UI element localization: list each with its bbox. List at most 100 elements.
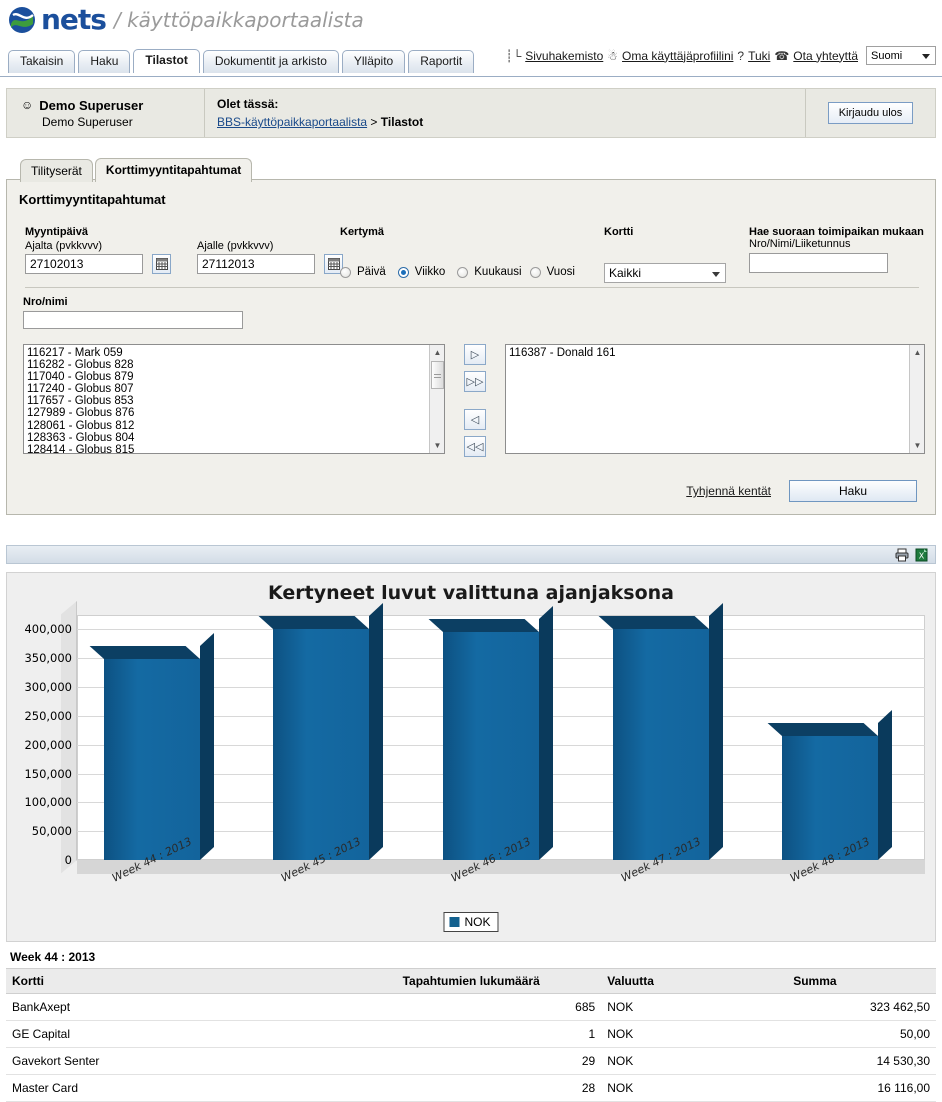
nav-tab-takaisin[interactable]: Takaisin [8, 50, 76, 73]
chart-bar[interactable] [258, 603, 384, 860]
scroll-up-icon[interactable]: ▲ [910, 345, 924, 360]
list-item[interactable]: 128414 - Globus 815 [27, 444, 444, 453]
chart-bar-top [89, 646, 200, 660]
chart-legend: NOK [443, 912, 499, 932]
cell-sum: 14 530,30 [787, 1047, 936, 1075]
chart-bar-side [199, 633, 214, 860]
brand-tagline: / käyttöpaikkaportaalista [113, 8, 364, 32]
nav-tab-raportit[interactable]: Raportit [408, 50, 475, 73]
nav-tab-yllapito[interactable]: Ylläpito [341, 50, 406, 73]
list-item[interactable]: 117657 - Globus 853 [27, 395, 444, 407]
list-item[interactable]: 128061 - Globus 812 [27, 420, 444, 432]
nroname-input[interactable] [23, 311, 243, 329]
chart-title: Kertyneet luvut valittuna ajanjaksona [267, 582, 674, 604]
nav-tab-haku[interactable]: Haku [78, 50, 131, 73]
language-value: Suomi [871, 49, 903, 62]
breadcrumb-separator: > [370, 115, 378, 129]
move-all-left-button[interactable]: ◁◁ [464, 436, 486, 457]
y-tick-label: 400,000 [24, 622, 72, 637]
move-left-button[interactable]: ◁ [464, 409, 486, 430]
breadcrumb-link-root[interactable]: BBS-käyttöpaikkaportaalista [217, 115, 367, 129]
logout-block: Kirjaudu ulos [805, 89, 935, 137]
logout-button[interactable]: Kirjaudu ulos [827, 102, 914, 124]
card-select-value: Kaikki [609, 266, 642, 280]
print-icon[interactable] [895, 548, 909, 562]
link-sitemap[interactable]: Sivuhakemisto [525, 49, 603, 63]
y-tick-label: 100,000 [24, 795, 72, 810]
y-tick-label: 0 [64, 853, 72, 867]
panel-actions: Tyhjennä kentät Haku [686, 480, 917, 502]
clear-fields-link[interactable]: Tyhjennä kentät [686, 484, 771, 498]
chart-bar[interactable] [598, 603, 723, 860]
scroll-down-icon[interactable]: ▼ [910, 438, 924, 453]
tab-tilityserat[interactable]: Tilityserät [20, 159, 93, 182]
cell-currency: NOK [601, 1020, 788, 1048]
direct-search-input[interactable] [749, 253, 888, 273]
list-item[interactable]: 117240 - Globus 807 [27, 383, 444, 395]
list-item[interactable]: 128363 - Globus 804 [27, 432, 444, 444]
list-item[interactable]: 116217 - Mark 059 [27, 347, 444, 359]
to-date-input[interactable] [197, 254, 315, 274]
radio-kuukausi[interactable] [457, 266, 469, 278]
link-profile[interactable]: Oma käyttäjäprofiilini [622, 49, 733, 63]
cell-count: 1 [396, 1020, 602, 1048]
cell-currency: NOK [601, 1074, 788, 1102]
transfer-buttons-top: ▷ ▷▷ [464, 344, 486, 392]
language-select[interactable]: Suomi [866, 46, 936, 65]
cell-kortti: Gavekort Senter [6, 1047, 397, 1075]
link-contact[interactable]: Ota yhteyttä [793, 49, 858, 63]
chart-bar-top [258, 616, 370, 630]
available-merchants-list[interactable]: 116217 - Mark 059 116282 - Globus 828 1170… [23, 344, 445, 454]
accrual-group: Kertymä Päivä Viikko Kuukausi Vuosi [340, 226, 575, 278]
y-tick-label: 350,000 [24, 651, 72, 666]
excel-export-icon[interactable]: X [915, 548, 929, 562]
nav-tab-dokumentit[interactable]: Dokumentit ja arkisto [202, 50, 339, 73]
scroll-thumb[interactable] [431, 361, 444, 389]
list-item[interactable]: 127989 - Globus 876 [27, 407, 444, 419]
col-sum[interactable]: Summa [787, 968, 936, 994]
scroll-down-icon[interactable]: ▼ [430, 438, 444, 453]
from-date-input[interactable] [25, 254, 143, 274]
y-tick-label: 250,000 [24, 708, 72, 723]
move-all-right-button[interactable]: ▷▷ [464, 371, 486, 392]
link-support[interactable]: Tuki [748, 49, 770, 63]
from-date-calendar-icon[interactable] [152, 254, 171, 274]
table-row: BankAxept 685 NOK 323 462,50 [6, 993, 936, 1021]
card-select[interactable]: Kaikki [604, 263, 726, 283]
nets-globe-icon [8, 6, 36, 34]
selected-list-scrollbar[interactable]: ▲ ▼ [909, 345, 924, 453]
col-count[interactable]: Tapahtumien lukumäärä [396, 968, 602, 994]
brand-name: nets [41, 3, 107, 36]
tab-korttimyyntitapahtumat[interactable]: Korttimyyntitapahtumat [94, 158, 253, 182]
move-right-button[interactable]: ▷ [464, 344, 486, 365]
sale-day-label: Myyntipäivä [25, 226, 88, 238]
selected-merchants-list[interactable]: 116387 - Donald 161 ▲ ▼ [505, 344, 925, 454]
question-mark-icon: ? [737, 48, 745, 63]
radio-vuosi[interactable] [529, 266, 541, 278]
col-kortti[interactable]: Kortti [6, 968, 397, 994]
chevron-down-icon [922, 54, 930, 59]
scroll-up-icon[interactable]: ▲ [430, 345, 444, 360]
phone-icon: ☎ [774, 48, 790, 63]
accrual-label: Kertymä [340, 226, 385, 238]
col-currency[interactable]: Valuutta [601, 968, 788, 994]
search-button[interactable]: Haku [789, 480, 917, 502]
available-list-scrollbar[interactable]: ▲ ▼ [429, 345, 444, 453]
y-tick-label: 50,000 [31, 824, 72, 839]
to-date-label: Ajalle (pvkkvvv) [197, 240, 274, 252]
table-row: Gavekort Senter 29 NOK 14 530,30 [6, 1047, 936, 1075]
list-item[interactable]: 116387 - Donald 161 [509, 347, 924, 359]
chart-bar[interactable] [89, 633, 214, 860]
legend-label-nok: NOK [464, 915, 491, 929]
radio-viikko[interactable] [397, 266, 409, 278]
y-tick-label: 150,000 [24, 766, 72, 781]
chart-bar[interactable] [428, 606, 553, 860]
from-date-label: Ajalta (pvkkvvv) [25, 240, 103, 252]
nav-tab-tilastot[interactable]: Tilastot [133, 49, 200, 73]
svg-text:X: X [919, 551, 925, 560]
y-tick-label: 300,000 [24, 680, 72, 695]
brand-logo[interactable]: nets / käyttöpaikkaportaalista [8, 6, 364, 34]
list-item[interactable]: 117040 - Globus 879 [27, 371, 444, 383]
list-item[interactable]: 116282 - Globus 828 [27, 359, 444, 371]
radio-paiva[interactable] [340, 266, 351, 278]
